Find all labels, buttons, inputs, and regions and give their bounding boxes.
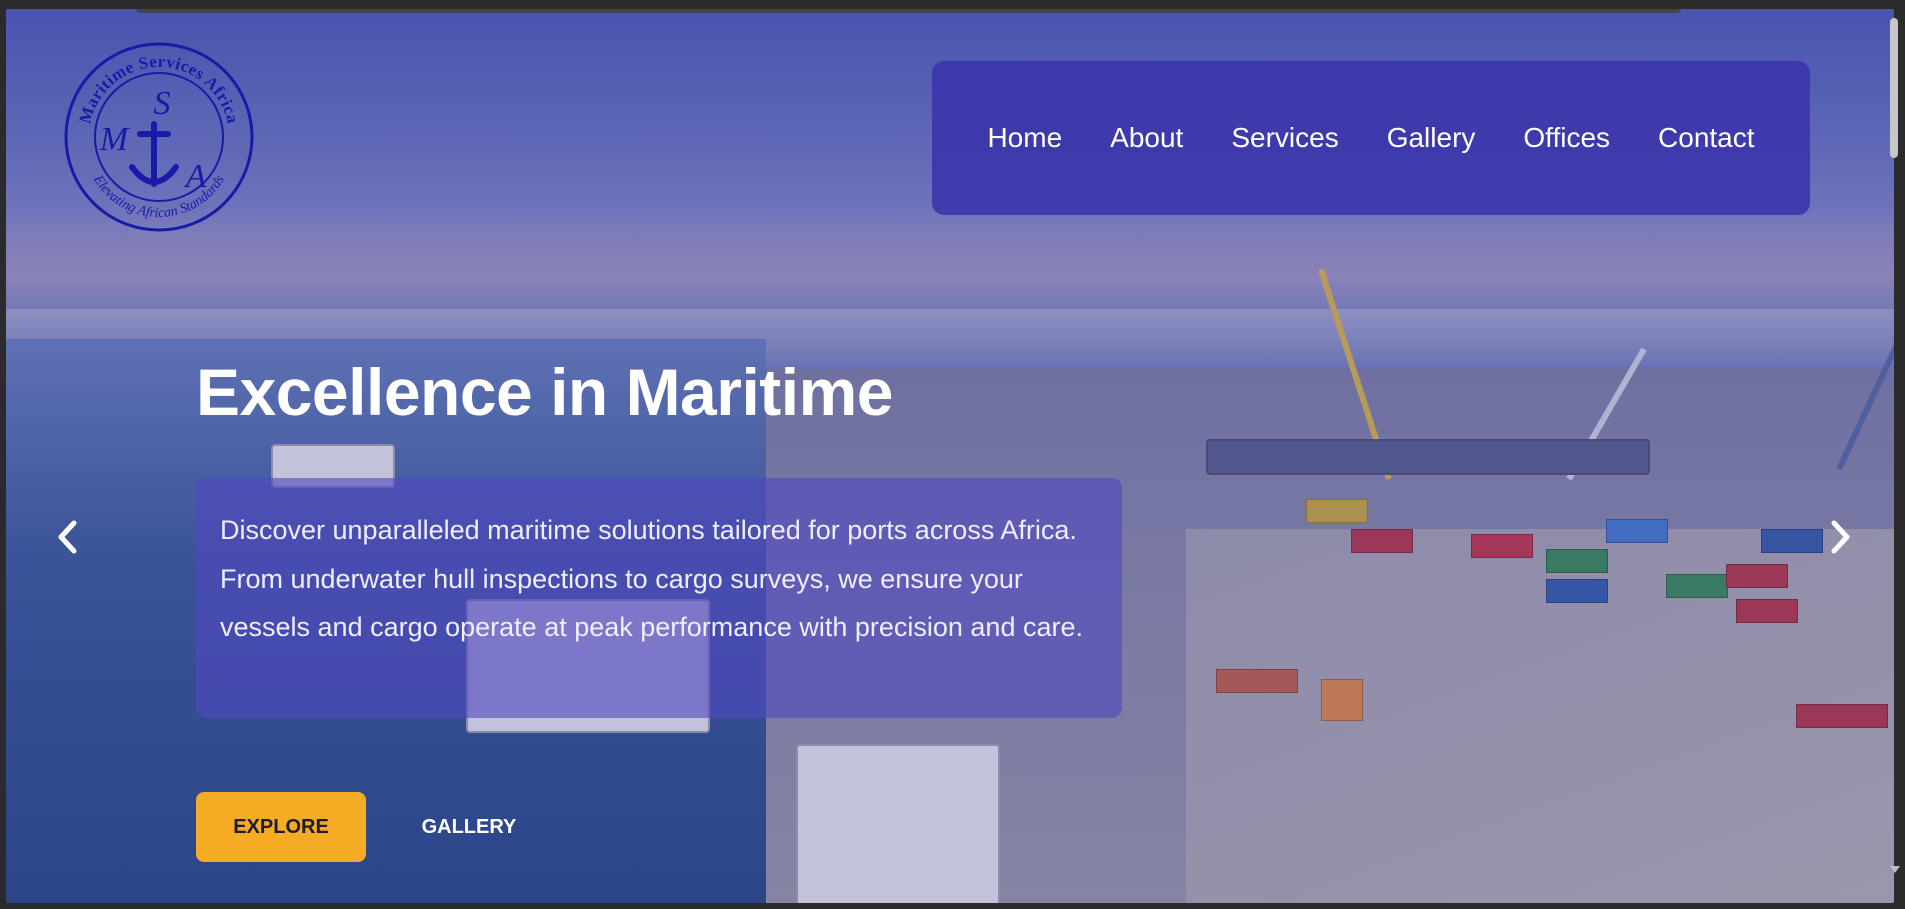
chevron-left-icon — [58, 520, 77, 554]
main-navigation: Home About Services Gallery Offices Cont… — [932, 61, 1810, 215]
nav-home[interactable]: Home — [987, 122, 1062, 154]
nav-contact[interactable]: Contact — [1658, 122, 1755, 154]
logo-letter-m: M — [99, 121, 130, 158]
scroll-down-arrow-icon[interactable] — [1889, 862, 1901, 874]
logo-letter-s: S — [154, 85, 171, 122]
logo-letter-a: A — [184, 158, 207, 195]
hero-description-box: Discover unparalleled maritime solutions… — [196, 478, 1122, 718]
carousel-next-button[interactable] — [1820, 517, 1860, 557]
chevron-right-icon — [1831, 520, 1850, 554]
nav-offices[interactable]: Offices — [1523, 122, 1610, 154]
explore-button[interactable]: EXPLORE — [196, 792, 366, 862]
hero-description: Discover unparalleled maritime solutions… — [220, 515, 1083, 642]
anchor-icon — [129, 121, 179, 187]
nav-gallery[interactable]: Gallery — [1387, 122, 1476, 154]
scrollbar-thumb[interactable] — [1890, 18, 1898, 158]
company-logo[interactable]: Maritime Services Africa Elevating Afric… — [64, 42, 254, 232]
gallery-button[interactable]: GALLERY — [406, 792, 532, 862]
carousel-prev-button[interactable] — [48, 517, 88, 557]
nav-services[interactable]: Services — [1231, 122, 1338, 154]
hero-section: Maritime Services Africa Elevating Afric… — [6, 9, 1894, 903]
nav-about[interactable]: About — [1110, 122, 1183, 154]
hero-title: Excellence in Maritime — [196, 355, 894, 429]
